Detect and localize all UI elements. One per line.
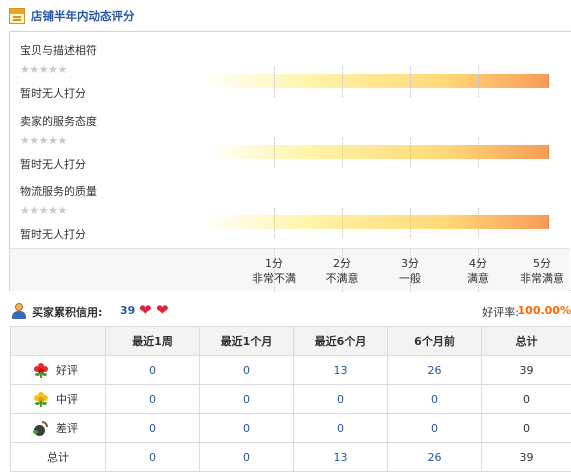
row-label: 差评 xyxy=(56,422,78,435)
table-cell-total: 0 xyxy=(481,413,571,443)
table-row-positive: 好评 0 0 13 26 39 xyxy=(10,355,571,385)
rating-row-service: 卖家的服务态度 ★★★★★ 暂时无人打分 xyxy=(10,113,570,175)
rating-scale-legend: 1分 非常不满 2分 不满意 3分 一般 4分 满意 5分 非常满意 xyxy=(10,248,571,292)
column-header: 最近1个月 xyxy=(199,326,294,356)
scale-score: 4分 xyxy=(469,257,487,270)
user-icon xyxy=(12,303,26,319)
table-cell[interactable]: 0 xyxy=(105,355,200,385)
table-cell[interactable]: 26 xyxy=(387,442,482,472)
scale-score: 2分 xyxy=(333,257,351,270)
column-header: 最近1周 xyxy=(105,326,200,356)
bomb-icon xyxy=(33,420,49,436)
table-cell[interactable]: 0 xyxy=(293,384,388,414)
scale-score: 3分 xyxy=(401,257,419,270)
rating-status: 暂时无人打分 xyxy=(20,158,86,171)
scale-desc: 满意 xyxy=(467,272,489,285)
rating-label: 宝贝与描述相符 xyxy=(20,44,97,57)
table-cell[interactable]: 26 xyxy=(387,355,482,385)
table-cell[interactable]: 0 xyxy=(293,413,388,443)
column-header: 6个月前 xyxy=(387,326,482,356)
rating-row-description: 宝贝与描述相符 ★★★★★ 暂时无人打分 xyxy=(10,42,570,104)
credit-level-icon[interactable]: ❤ ❤ xyxy=(139,301,173,319)
table-cell[interactable]: 13 xyxy=(293,355,388,385)
scale-item-2: 2分 不满意 xyxy=(312,256,372,286)
heart-icon: ❤ xyxy=(156,301,169,319)
table-cell[interactable]: 0 xyxy=(199,442,294,472)
rating-scale-bar xyxy=(206,74,549,88)
table-cell[interactable]: 13 xyxy=(293,442,388,472)
scale-desc: 非常不满 xyxy=(252,272,296,285)
table-cell[interactable]: 0 xyxy=(387,413,482,443)
table-cell[interactable]: 0 xyxy=(105,442,200,472)
star-rating-icon: ★★★★★ xyxy=(20,134,67,147)
column-header xyxy=(10,326,106,356)
rating-status: 暂时无人打分 xyxy=(20,228,86,241)
row-label: 中评 xyxy=(56,393,78,406)
good-rate-value: 100.00% xyxy=(517,304,571,317)
star-rating-icon: ★★★★★ xyxy=(20,63,67,76)
scale-desc: 非常满意 xyxy=(520,272,564,285)
table-cell[interactable]: 0 xyxy=(199,384,294,414)
scale-score: 1分 xyxy=(265,257,283,270)
star-rating-icon: ★★★★★ xyxy=(20,204,67,217)
table-cell[interactable]: 0 xyxy=(105,384,200,414)
heart-icon: ❤ xyxy=(139,301,152,319)
scale-desc: 一般 xyxy=(399,272,421,285)
rating-card-icon xyxy=(9,8,25,24)
panel-header: 店铺半年内动态评分 xyxy=(6,4,570,28)
yellow-flower-icon xyxy=(33,391,49,407)
scale-score: 5分 xyxy=(533,257,551,270)
table-cell-total: 39 xyxy=(481,442,571,472)
table-cell-total: 39 xyxy=(481,355,571,385)
scale-item-1: 1分 非常不满 xyxy=(244,256,304,286)
credit-label: 买家累积信用: xyxy=(32,306,103,319)
rating-scale-bar xyxy=(206,145,549,159)
rating-row-logistics: 物流服务的质量 ★★★★★ 暂时无人打分 xyxy=(10,183,570,245)
column-header: 最近6个月 xyxy=(293,326,388,356)
table-row-neutral: 中评 0 0 0 0 0 xyxy=(10,384,571,414)
table-row-total: 总计 0 0 13 26 39 xyxy=(10,442,571,472)
table-cell[interactable]: 0 xyxy=(105,413,200,443)
scale-item-4: 4分 满意 xyxy=(448,256,508,286)
good-rate-label: 好评率: xyxy=(482,306,519,319)
rating-scale-bar xyxy=(206,215,549,229)
panel-title: 店铺半年内动态评分 xyxy=(31,9,135,23)
scale-item-3: 3分 一般 xyxy=(380,256,440,286)
table-cell[interactable]: 0 xyxy=(199,355,294,385)
scale-desc: 不满意 xyxy=(325,272,359,285)
table-header-row: 最近1周 最近1个月 最近6个月 6个月前 总计 xyxy=(10,326,571,356)
table-cell[interactable]: 0 xyxy=(199,413,294,443)
table-cell[interactable]: 0 xyxy=(387,384,482,414)
rating-label: 卖家的服务态度 xyxy=(20,115,97,128)
table-row-negative: 差评 0 0 0 0 0 xyxy=(10,413,571,443)
rating-status: 暂时无人打分 xyxy=(20,87,86,100)
rating-label: 物流服务的质量 xyxy=(20,185,97,198)
table-cell-total: 0 xyxy=(481,384,571,414)
row-label: 总计 xyxy=(10,442,106,472)
dynamic-rating-box: 宝贝与描述相符 ★★★★★ 暂时无人打分 卖家的服务态度 ★★★★★ 暂时无人打… xyxy=(9,31,571,292)
column-header: 总计 xyxy=(481,326,571,356)
credit-value[interactable]: 39 xyxy=(120,304,135,317)
scale-item-5: 5分 非常满意 xyxy=(512,256,571,286)
buyer-credit-summary: 买家累积信用: 39 ❤ ❤ 好评率: 100.00% xyxy=(10,302,571,322)
red-flower-icon xyxy=(33,362,49,378)
row-label: 好评 xyxy=(56,364,78,377)
rating-stats-table: 最近1周 最近1个月 最近6个月 6个月前 总计 好评 0 0 13 26 39… xyxy=(10,326,571,472)
